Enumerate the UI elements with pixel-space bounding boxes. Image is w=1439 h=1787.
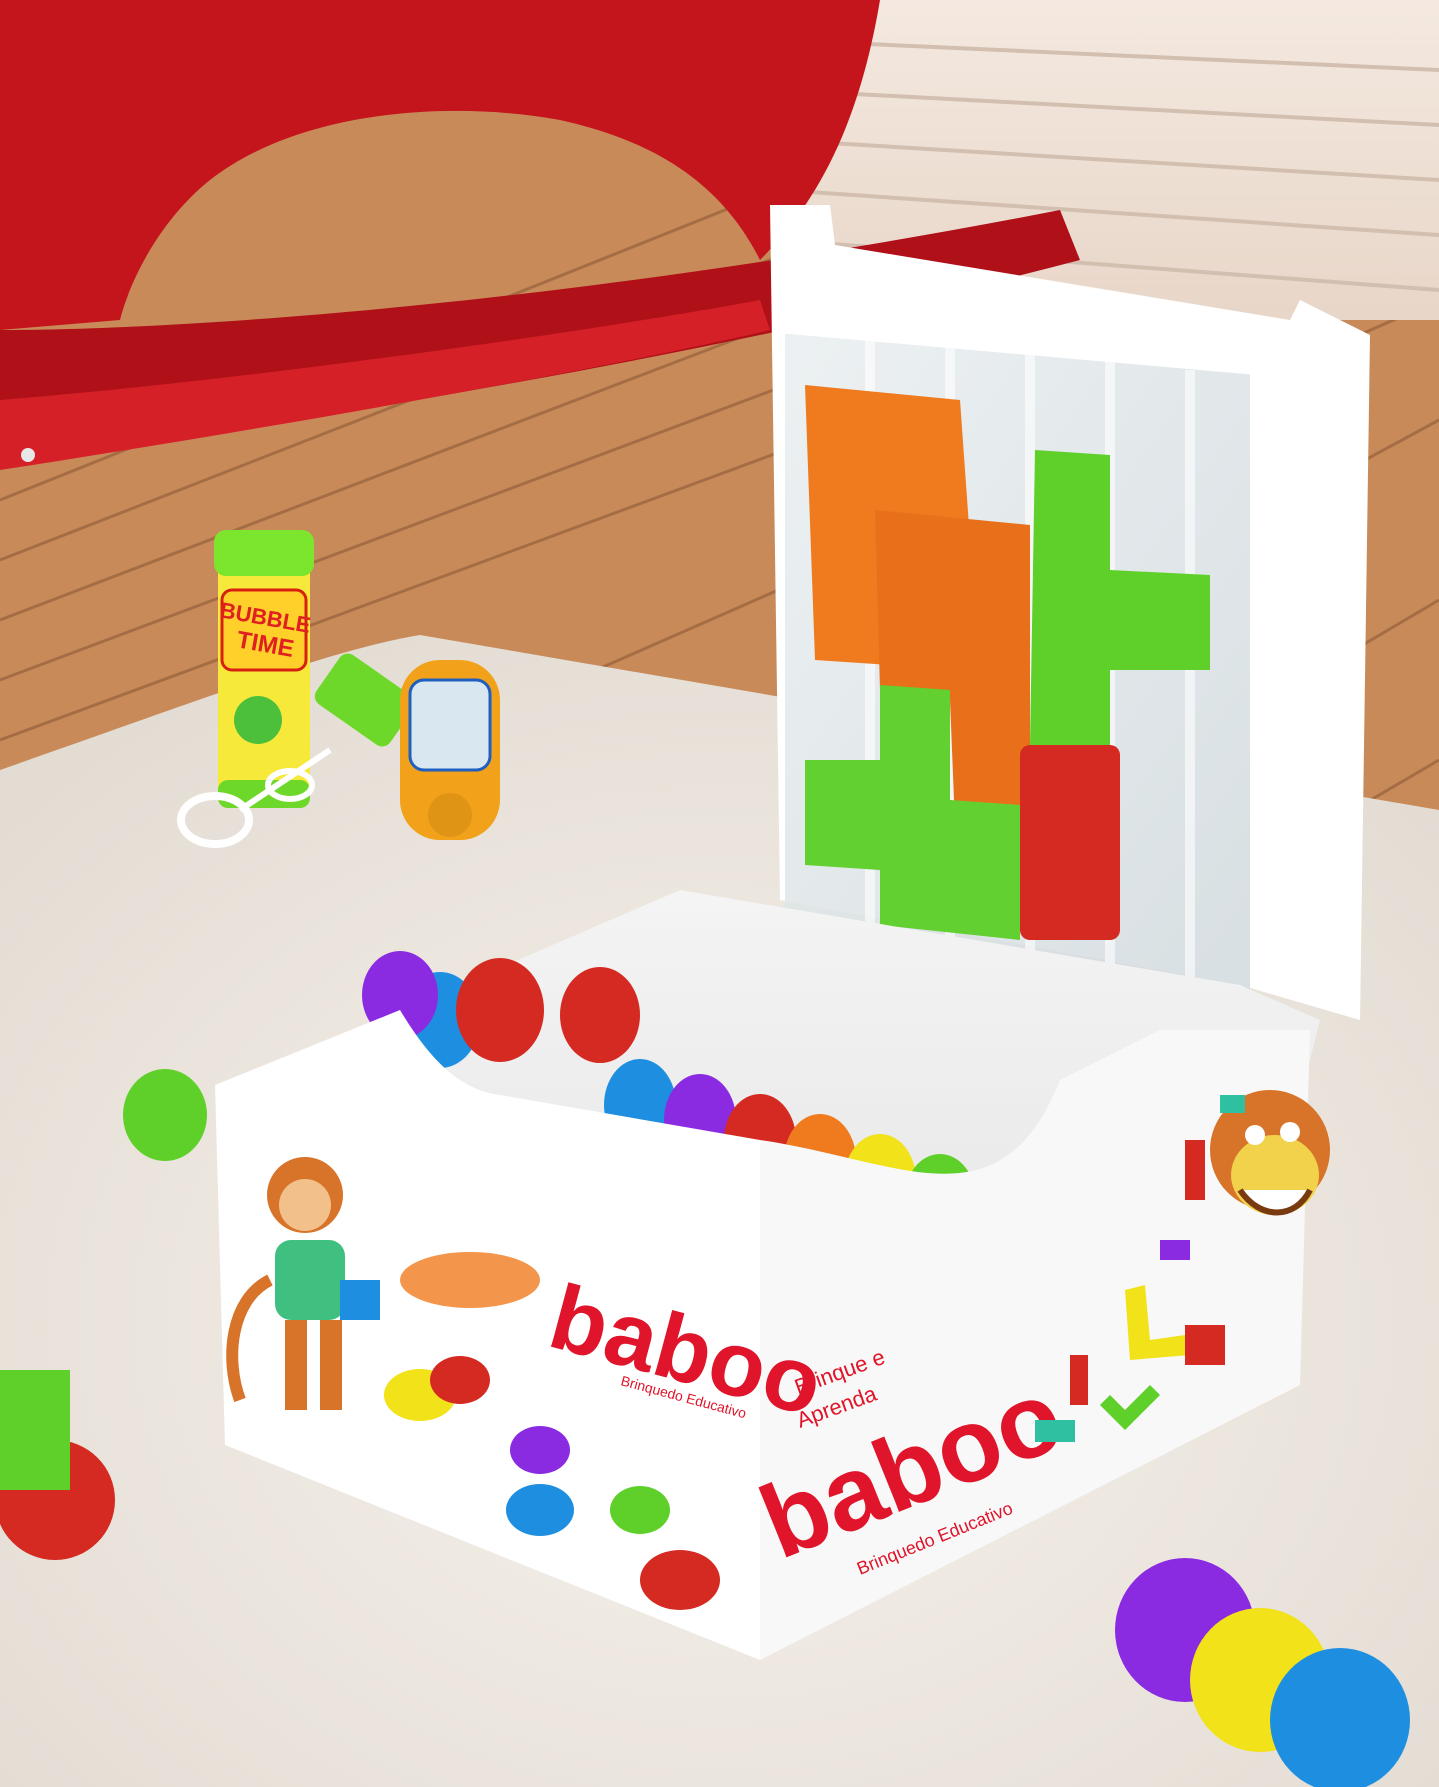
piece-red-block (1020, 745, 1120, 940)
box-handle-cutout (400, 1252, 540, 1308)
product-scene: BUBBLE TIME baboo Brinquedo Educativo Br… (0, 0, 1439, 1787)
rocker-bolt (21, 448, 35, 462)
